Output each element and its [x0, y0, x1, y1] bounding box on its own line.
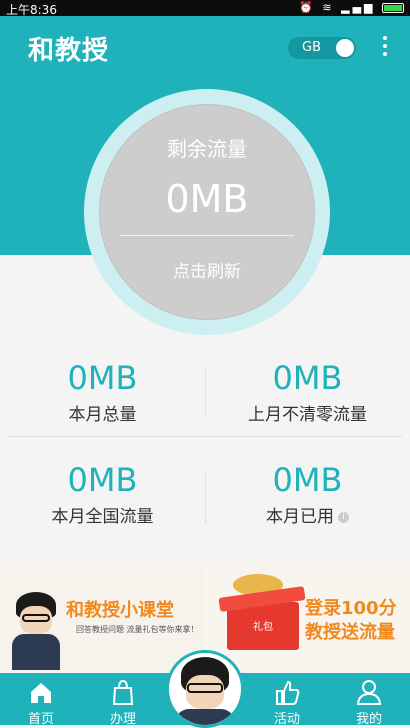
circle-divider — [120, 235, 294, 236]
remaining-flow-value: 0MB — [165, 177, 249, 221]
professor-illustration — [8, 592, 66, 670]
thumbs-up-icon — [276, 680, 300, 705]
battery-icon — [382, 3, 404, 13]
tab-mine[interactable]: 我的 — [328, 673, 410, 727]
remaining-flow-circle[interactable]: 剩余流量 0MB 点击刷新 — [99, 104, 315, 320]
wifi-icon: ≋ — [322, 1, 335, 14]
banner-classroom-title: 和教授小课堂 — [66, 600, 174, 621]
stat-value: 0MB — [272, 461, 343, 499]
stat-label: 本月总量 — [68, 405, 137, 425]
clock-icon: ⏰ — [299, 1, 316, 14]
stat-monthly-total: 0MB 本月总量 — [0, 358, 205, 425]
banner-login-title-2: 教授送流量 — [305, 622, 395, 643]
tab-handle[interactable]: 办理 — [82, 673, 164, 727]
gift-label: 礼包 — [253, 622, 273, 633]
stat-national: 0MB 本月全国流量 — [0, 460, 205, 527]
banner-login-reward[interactable]: 礼包 登录100分 教授送流量 — [205, 562, 410, 672]
stat-value: 0MB — [272, 359, 343, 397]
gb-toggle-label: GB — [302, 40, 321, 55]
stat-label: 本月已用 — [266, 507, 334, 527]
stat-used: 0MB 本月已用 i — [205, 460, 410, 527]
home-icon — [31, 683, 51, 703]
tab-activity[interactable]: 活动 — [246, 673, 328, 727]
stat-label: 本月全国流量 — [51, 507, 154, 527]
tab-home[interactable]: 首页 — [0, 673, 82, 727]
status-bar: 上午8:36 ⏰ ≋ ▂▄▆ — [0, 0, 410, 17]
info-icon[interactable]: i — [338, 511, 349, 523]
tab-label: 我的 — [355, 712, 382, 727]
stat-value: 0MB — [67, 359, 138, 397]
professor-avatar-button[interactable] — [166, 650, 244, 728]
banner-classroom-subtitle: 回答教授问题 流量礼包等你来拿！ — [76, 625, 199, 634]
vertical-divider — [205, 474, 206, 524]
signal-icon: ▂▄▆ — [341, 1, 376, 14]
stat-carryover: 0MB 上月不清零流量 — [205, 358, 410, 425]
remaining-flow-title: 剩余流量 — [167, 137, 247, 161]
stat-label: 上月不清零流量 — [248, 405, 367, 425]
tab-label: 办理 — [109, 712, 136, 727]
gb-toggle[interactable]: GB — [288, 37, 356, 59]
stat-label-row: 本月已用 i — [205, 502, 410, 527]
stat-value: 0MB — [67, 461, 138, 499]
app-title: 和教授 — [28, 36, 110, 66]
banner-classroom[interactable]: 和教授小课堂 回答教授问题 流量礼包等你来拿！ — [0, 562, 205, 672]
toggle-knob — [336, 39, 354, 57]
stats-grid: 0MB 本月总量 0MB 上月不清零流量 0MB 本月全国流量 0MB 本月已用… — [0, 340, 410, 540]
more-menu-icon[interactable] — [379, 36, 391, 60]
user-icon — [356, 680, 382, 705]
tab-label: 首页 — [27, 712, 54, 727]
banner-login-title-1: 登录100分 — [305, 598, 397, 619]
horizontal-divider — [8, 436, 402, 437]
refresh-button[interactable]: 点击刷新 — [100, 257, 314, 282]
tab-label: 活动 — [273, 712, 300, 727]
bag-icon — [112, 679, 134, 705]
vertical-divider — [205, 368, 206, 418]
status-icons: ⏰ ≋ ▂▄▆ — [299, 1, 404, 14]
